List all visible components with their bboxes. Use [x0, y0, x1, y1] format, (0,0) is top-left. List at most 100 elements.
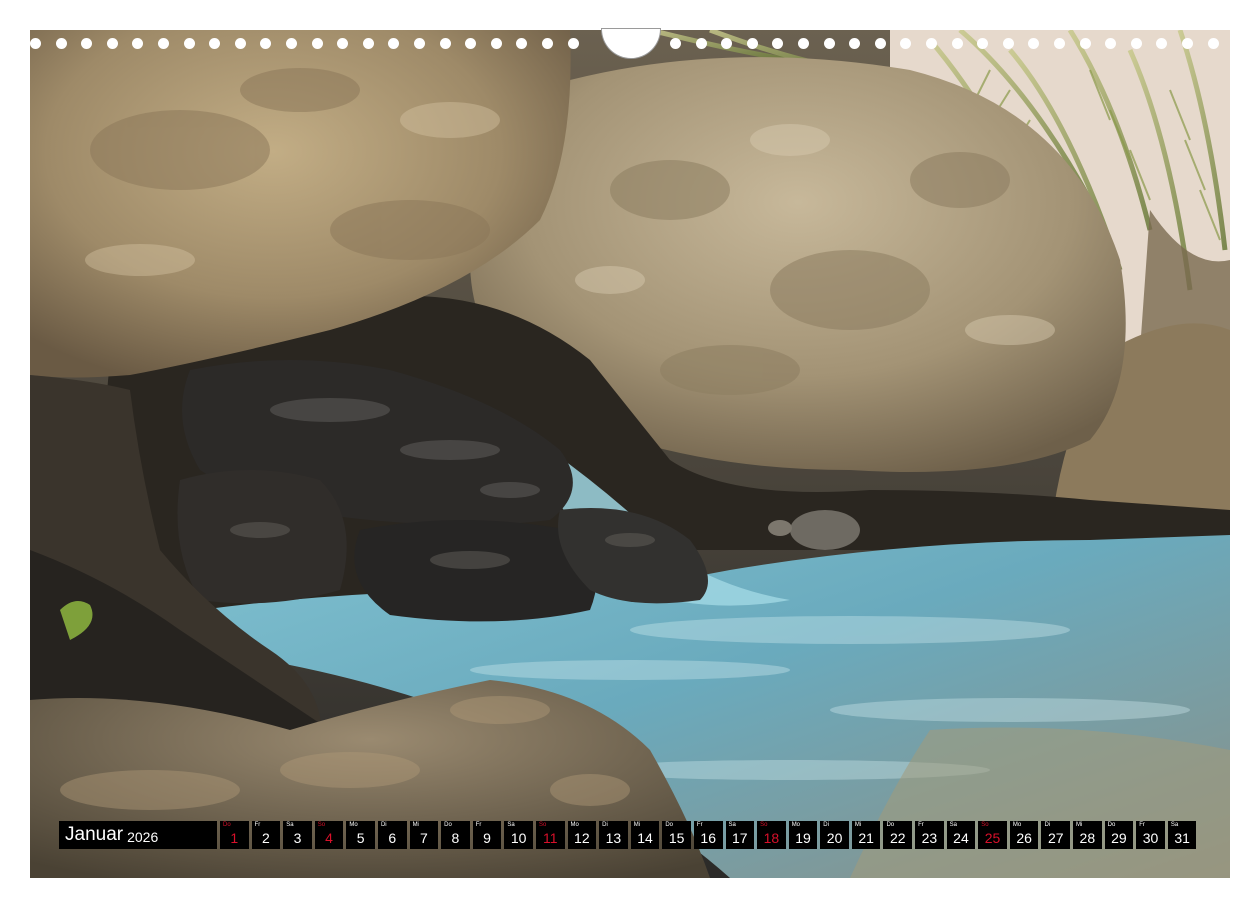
binding-hole — [311, 38, 323, 49]
day-cell: Sa 31 — [1167, 821, 1197, 849]
binding-hole — [977, 38, 989, 49]
day-cell: Sa 3 — [283, 821, 312, 849]
binding-hole — [900, 38, 912, 49]
weekday-label: Fr — [475, 822, 482, 828]
binding-hole — [209, 38, 221, 49]
binding-hole — [926, 38, 937, 49]
day-cell: So 25 — [978, 821, 1007, 849]
day-number: 13 — [605, 830, 622, 846]
day-number: 30 — [1142, 830, 1159, 846]
day-strip: Do 1 Fr 2 Sa 3 So 4 Mo 5 Di 6 Mi 7 Do 8 Fr 9 Sa 10 So 11 Mo 12 D… — [220, 821, 1197, 849]
weekday-label: Fr — [918, 822, 924, 828]
day-cell: Di 27 — [1041, 821, 1071, 849]
day-cell: Do 29 — [1104, 821, 1134, 849]
waterfall-rocks-image — [30, 30, 1230, 878]
binding-hole — [439, 38, 451, 49]
binding-hole — [30, 38, 41, 49]
day-number: 26 — [1016, 830, 1032, 846]
calendar-photo — [30, 30, 1230, 878]
weekday-label: Di — [823, 822, 829, 828]
binding-hole — [1002, 38, 1014, 49]
weekday-label: Mi — [633, 822, 641, 828]
day-cell: So 11 — [535, 821, 565, 849]
day-cell: Mo 26 — [1009, 821, 1039, 849]
day-cell: Mi 14 — [630, 821, 660, 849]
day-number: 22 — [889, 830, 906, 846]
weekday-label: Sa — [949, 822, 957, 828]
binding-hole — [465, 38, 477, 49]
year: 2026 — [127, 828, 159, 845]
day-cell: Do 8 — [441, 821, 470, 849]
day-cell: Mi 21 — [851, 821, 881, 849]
weekday-label: Mo — [349, 822, 358, 828]
weekday-label: Sa — [507, 822, 515, 828]
binding-hole — [721, 38, 733, 49]
day-number: 16 — [700, 830, 716, 846]
binding-hole — [388, 38, 400, 49]
weekday-label: Sa — [286, 822, 294, 828]
binding-hole — [695, 38, 707, 49]
day-cell: Di 20 — [820, 821, 849, 849]
binding-hole — [106, 38, 118, 49]
day-number: 21 — [858, 830, 874, 846]
weekday-label: Sa — [728, 822, 736, 828]
day-cell: Sa 24 — [946, 821, 976, 849]
binding-hole — [874, 38, 886, 49]
binding-hole — [132, 38, 144, 49]
weekday-label: So — [538, 822, 547, 828]
binding-hole — [1079, 38, 1091, 49]
binding-hole — [542, 38, 553, 49]
day-cell: Mo 19 — [788, 821, 818, 849]
day-number: 18 — [763, 830, 780, 846]
day-cell: Do 1 — [220, 821, 249, 849]
weekday-label: Fr — [696, 822, 703, 828]
weekday-label: Do — [444, 822, 452, 828]
binding-hole — [55, 38, 67, 49]
weekday-label: So — [317, 822, 326, 828]
binding-hole — [158, 38, 169, 49]
weekday-label: Di — [1044, 822, 1051, 828]
calendar-bar: Januar 2026 Do 1 Fr 2 Sa 3 So 4 Mo 5 Di 6 Mi 7 Do 8 Fr 9 S… — [59, 821, 1197, 849]
day-number: 5 — [356, 830, 365, 846]
day-number: 14 — [637, 830, 653, 846]
day-number: 6 — [388, 830, 397, 846]
day-number: 19 — [795, 830, 811, 846]
day-number: 1 — [230, 830, 239, 846]
binding-hole — [1182, 38, 1193, 49]
binding-hole — [1156, 38, 1168, 49]
day-number: 2 — [261, 830, 270, 846]
weekday-label: So — [981, 822, 989, 828]
day-number: 15 — [668, 830, 685, 846]
binding-hole — [798, 38, 809, 49]
binding-hole — [337, 38, 349, 49]
day-number: 20 — [826, 830, 843, 846]
day-number: 11 — [542, 830, 558, 846]
day-number: 3 — [293, 830, 302, 846]
weekday-label: Mi — [412, 822, 419, 828]
binding-hole — [849, 38, 861, 49]
binding-hole — [1207, 38, 1219, 49]
binding-hole — [490, 38, 502, 49]
spiral-binding — [30, 29, 1230, 58]
weekday-label: Do — [1107, 822, 1116, 828]
binding-hole — [670, 38, 681, 49]
binding-hole — [183, 38, 195, 49]
binding-hole — [951, 38, 963, 49]
weekday-label: Do — [665, 822, 673, 828]
day-cell: Sa 10 — [504, 821, 533, 849]
day-number: 27 — [1047, 830, 1064, 846]
binding-hole — [823, 38, 835, 49]
day-number: 12 — [574, 830, 590, 846]
day-cell: Mo 12 — [567, 821, 597, 849]
day-cell: Fr 23 — [915, 821, 944, 849]
binding-hole — [567, 38, 579, 49]
weekday-label: Mo — [791, 822, 801, 828]
weekday-label: Sa — [1170, 822, 1179, 828]
day-cell: Mi 28 — [1073, 821, 1102, 849]
day-cell: Fr 16 — [693, 821, 723, 849]
binding-hole — [362, 38, 374, 49]
weekday-label: Mi — [1076, 822, 1083, 828]
weekday-label: Mi — [854, 822, 862, 828]
day-cell: Sa 17 — [725, 821, 755, 849]
day-cell: Fr 9 — [472, 821, 502, 849]
